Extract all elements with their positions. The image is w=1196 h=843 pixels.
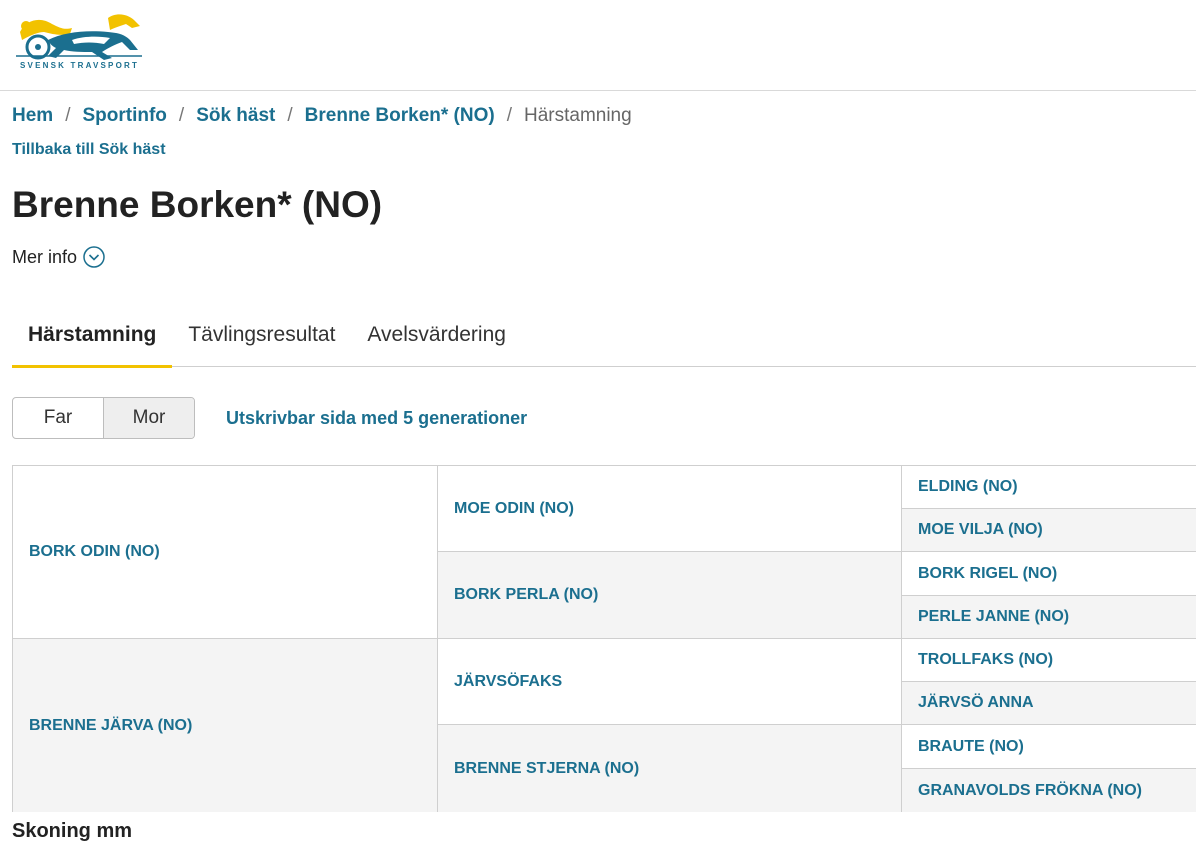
pedigree-dam-dam[interactable]: BRENNE STJERNA (NO) [438,725,902,812]
breadcrumb-current: Härstamning [523,105,632,126]
more-info-label: Mer info [12,246,78,267]
site-header: SVENSK TRAVSPORT [0,0,1196,91]
printable-page-link[interactable]: Utskrivbar sida med 5 generationer [226,408,527,429]
breadcrumb-separator: / [178,105,185,126]
breadcrumb-sok-hast[interactable]: Sök häst [196,105,275,127]
pedigree-gen3-2[interactable]: MOE VILJA (NO) [902,509,1196,552]
breadcrumb-horse[interactable]: Brenne Borken* (NO) [305,105,495,127]
mor-option[interactable]: Mor [103,398,194,438]
breadcrumb-separator: / [65,105,71,126]
pedigree-sire[interactable]: BORK ODIN (NO) [13,466,438,639]
back-to-search-link[interactable]: Tillbaka till Sök häst [12,141,166,159]
tab-tavlingsresultat[interactable]: Tävlingsresultat [172,310,351,367]
breadcrumb-separator: / [506,105,512,126]
breadcrumb-separator: / [287,105,293,126]
pedigree-gen3-4[interactable]: PERLE JANNE (NO) [902,596,1196,639]
pedigree-gen3-6[interactable]: JÄRVSÖ ANNA [902,682,1196,725]
far-option[interactable]: Far [13,398,103,438]
pedigree-dam[interactable]: BRENNE JÄRVA (NO) [13,639,438,812]
breadcrumb-home[interactable]: Hem [12,105,53,127]
breadcrumb-sportinfo[interactable]: Sportinfo [82,105,166,127]
more-info-toggle[interactable]: Mer info [12,246,105,268]
page-title: Brenne Borken* (NO) [12,184,383,225]
pedigree-sire-dam[interactable]: BORK PERLA (NO) [438,552,902,639]
tab-harstamning[interactable]: Härstamning [12,310,173,368]
pedigree-dam-sire[interactable]: JÄRVSÖFAKS [438,639,902,725]
tab-bar: Härstamning Tävlingsresultat Avelsvärder… [12,310,1196,368]
pedigree-gen3-5[interactable]: TROLLFAKS (NO) [902,639,1196,682]
pedigree-gen3-8[interactable]: GRANAVOLDS FRÖKNA (NO) [902,769,1196,812]
pedigree-table: BORK ODIN (NO) BRENNE JÄRVA (NO) MOE ODI… [12,465,1196,812]
pedigree-sire-sire[interactable]: MOE ODIN (NO) [438,466,902,552]
breadcrumb: Hem / Sportinfo / Sök häst / Brenne Bork… [12,105,632,127]
chevron-down-icon [83,246,105,268]
tab-avelsvardering[interactable]: Avelsvärdering [351,310,522,367]
section-heading-skoning: Skoning mm [12,820,133,842]
pedigree-gen3-7[interactable]: BRAUTE (NO) [902,725,1196,769]
far-mor-toggle: Far Mor [12,397,195,439]
pedigree-gen3-3[interactable]: BORK RIGEL (NO) [902,552,1196,596]
logo-text: SVENSK TRAVSPORT [20,61,140,70]
pedigree-gen3-1[interactable]: ELDING (NO) [902,466,1196,509]
